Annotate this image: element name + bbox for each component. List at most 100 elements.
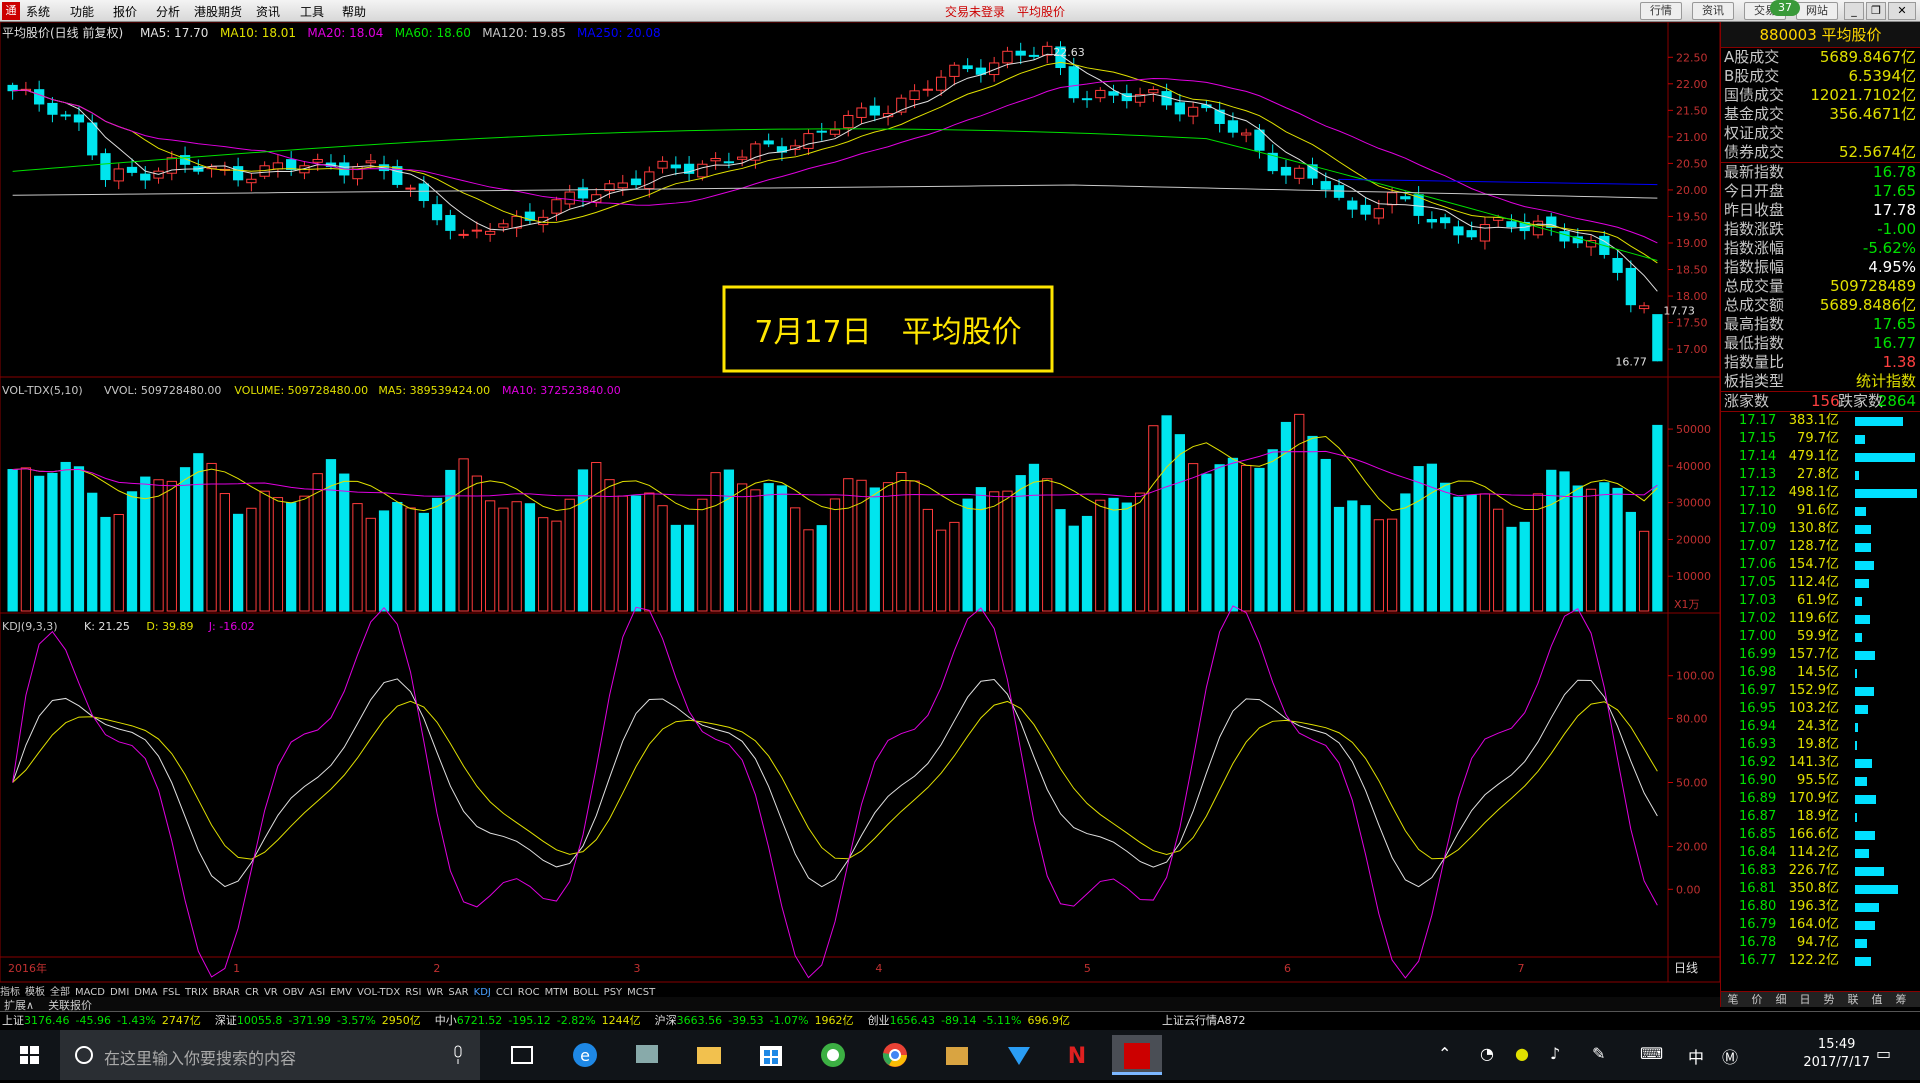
- ladder-bar: [1855, 759, 1872, 768]
- cloud-quote-status[interactable]: 上证云行情A872: [1162, 1012, 1246, 1030]
- file-explorer-icon[interactable]: [684, 1035, 734, 1075]
- menu-hk-futures[interactable]: 港股期货: [194, 3, 242, 20]
- stat-label: 板指类型: [1724, 372, 1785, 390]
- ladder-row: 16.77 122.2亿: [1721, 952, 1920, 970]
- tab-value[interactable]: 值: [1865, 992, 1889, 1008]
- indicator-tab[interactable]: KDJ: [474, 987, 491, 997]
- volume-bar: [1121, 502, 1132, 612]
- indicator-tab[interactable]: 模板: [25, 987, 45, 997]
- edge-icon[interactable]: e: [560, 1035, 610, 1075]
- network-app-icon[interactable]: [622, 1035, 672, 1075]
- volume-icon[interactable]: ♪: [1550, 1044, 1560, 1063]
- feishu-icon[interactable]: [994, 1035, 1044, 1075]
- notification-icon[interactable]: ▭: [1876, 1044, 1891, 1063]
- indicator-tab[interactable]: VR: [264, 987, 278, 997]
- market-index[interactable]: 深证10055.8 -371.99 -3.57% 2950亿: [215, 1012, 427, 1030]
- taskbar-search[interactable]: 在这里输入你要搜索的内容: [60, 1030, 480, 1080]
- chrome-icon[interactable]: [870, 1035, 920, 1075]
- clock[interactable]: 15:49 2017/7/17: [1803, 1036, 1870, 1072]
- stat-row: 最高指数 17.65: [1721, 315, 1920, 334]
- candle-body: [737, 156, 748, 160]
- indicator-tab[interactable]: SAR: [448, 987, 468, 997]
- candle-body: [670, 164, 681, 169]
- indicator-tab[interactable]: ROC: [518, 987, 540, 997]
- microphone-icon[interactable]: [452, 1045, 464, 1065]
- candle-body: [1095, 89, 1106, 99]
- tab-related[interactable]: 联: [1841, 992, 1865, 1008]
- indicator-tab[interactable]: TRIX: [185, 987, 208, 997]
- menu-news[interactable]: 资讯: [256, 3, 280, 20]
- market-index[interactable]: 创业1656.43 -89.14 -5.11% 696.9亿: [868, 1012, 1076, 1030]
- quote-button[interactable]: 行情: [1640, 2, 1682, 20]
- indicator-tab[interactable]: 全部: [50, 987, 70, 997]
- indicator-tab[interactable]: ASI: [309, 987, 325, 997]
- menu-system[interactable]: 系统: [26, 3, 50, 20]
- chart-canvas[interactable]: 22.5022.0021.5021.0020.5020.0019.5019.00…: [0, 22, 1720, 982]
- volume-bar: [1320, 458, 1331, 612]
- website-button[interactable]: 网站: [1796, 2, 1838, 20]
- tab-day[interactable]: 日: [1793, 992, 1817, 1008]
- indicator-tab[interactable]: RSI: [405, 987, 421, 997]
- indicator-tab[interactable]: CR: [245, 987, 259, 997]
- indicator-tab[interactable]: 指标: [0, 987, 20, 997]
- restore-icon[interactable]: ❐: [1866, 2, 1886, 20]
- indicator-tab[interactable]: DMA: [134, 987, 157, 997]
- wifi-icon[interactable]: ◔: [1480, 1044, 1494, 1063]
- indicator-tab[interactable]: EMV: [330, 987, 352, 997]
- market-index[interactable]: 中小6721.52 -195.12 -2.82% 1244亿: [435, 1012, 647, 1030]
- ladder-price: 16.97: [1739, 683, 1777, 698]
- start-button[interactable]: [0, 1030, 60, 1080]
- ladder-amount: 157.7亿: [1788, 647, 1839, 662]
- pen-icon[interactable]: ✎: [1592, 1044, 1605, 1063]
- candle-body: [471, 229, 483, 232]
- indicator-tab[interactable]: CCI: [496, 987, 513, 997]
- chevron-up-icon[interactable]: ⌃: [1438, 1044, 1451, 1063]
- package-icon[interactable]: [932, 1035, 982, 1075]
- tab-detail[interactable]: 细: [1769, 992, 1793, 1008]
- store-icon[interactable]: [746, 1035, 796, 1075]
- ladder-amount: 103.2亿: [1788, 701, 1839, 716]
- security-icon[interactable]: ●: [1515, 1044, 1529, 1063]
- task-view-icon[interactable]: [497, 1035, 547, 1075]
- chart-area[interactable]: 22.50 22.00 21.50 21.00 20.50 20.00 19.50 19.00…: [0, 22, 1720, 982]
- minimize-icon[interactable]: _: [1844, 2, 1864, 20]
- ladder-row: 16.84 114.2亿: [1721, 844, 1920, 862]
- menu-tools[interactable]: 工具: [300, 3, 324, 20]
- browser-360-icon[interactable]: [808, 1035, 858, 1075]
- tab-price[interactable]: 价: [1745, 992, 1769, 1008]
- ime-indicator[interactable]: 中: [1688, 1044, 1704, 1068]
- indicator-tab[interactable]: MACD: [75, 987, 105, 997]
- indicator-tab[interactable]: VOL-TDX: [357, 987, 400, 997]
- volume-bar: [591, 462, 602, 612]
- indicator-tab[interactable]: WR: [426, 987, 443, 997]
- market-index[interactable]: 上证3176.46 -45.96 -1.43% 2747亿: [2, 1012, 207, 1030]
- close-icon[interactable]: ✕: [1888, 2, 1916, 20]
- tab-trend[interactable]: 势: [1817, 992, 1841, 1008]
- tab-chips[interactable]: 筹: [1889, 992, 1913, 1008]
- stat-value: 509728489: [1830, 277, 1916, 295]
- menu-function[interactable]: 功能: [70, 3, 94, 20]
- tab-trades[interactable]: 笔: [1721, 992, 1745, 1008]
- index-val: 1656.43: [889, 1014, 936, 1027]
- ime-mode-icon[interactable]: Ⓜ: [1722, 1044, 1738, 1068]
- notification-badge[interactable]: 37: [1770, 0, 1800, 16]
- indicator-tab[interactable]: PSY: [604, 987, 623, 997]
- indicator-tab[interactable]: DMI: [110, 987, 129, 997]
- indicator-tab[interactable]: BOLL: [573, 987, 599, 997]
- indicator-tab[interactable]: BRAR: [213, 987, 240, 997]
- menu-help[interactable]: 帮助: [342, 3, 366, 20]
- menu-quote[interactable]: 报价: [113, 3, 137, 20]
- indicator-tab[interactable]: FSL: [162, 987, 180, 997]
- ladder-row: 16.87 18.9亿: [1721, 808, 1920, 826]
- menu-analysis[interactable]: 分析: [156, 3, 180, 20]
- indicator-tab[interactable]: MCST: [627, 987, 655, 997]
- market-index[interactable]: 沪深3663.56 -39.53 -1.07% 1962亿: [655, 1012, 860, 1030]
- keyboard-icon[interactable]: ⌨: [1640, 1044, 1663, 1063]
- trading-app-icon[interactable]: N: [1052, 1035, 1102, 1075]
- news-button[interactable]: 资讯: [1692, 2, 1734, 20]
- panel-tabs: 笔价细日势联值筹: [1721, 991, 1920, 1007]
- indicator-tab[interactable]: OBV: [283, 987, 304, 997]
- indicator-tab[interactable]: MTM: [545, 987, 568, 997]
- zhongxin-app-icon[interactable]: [1112, 1035, 1162, 1075]
- ladder-bar: [1855, 489, 1917, 498]
